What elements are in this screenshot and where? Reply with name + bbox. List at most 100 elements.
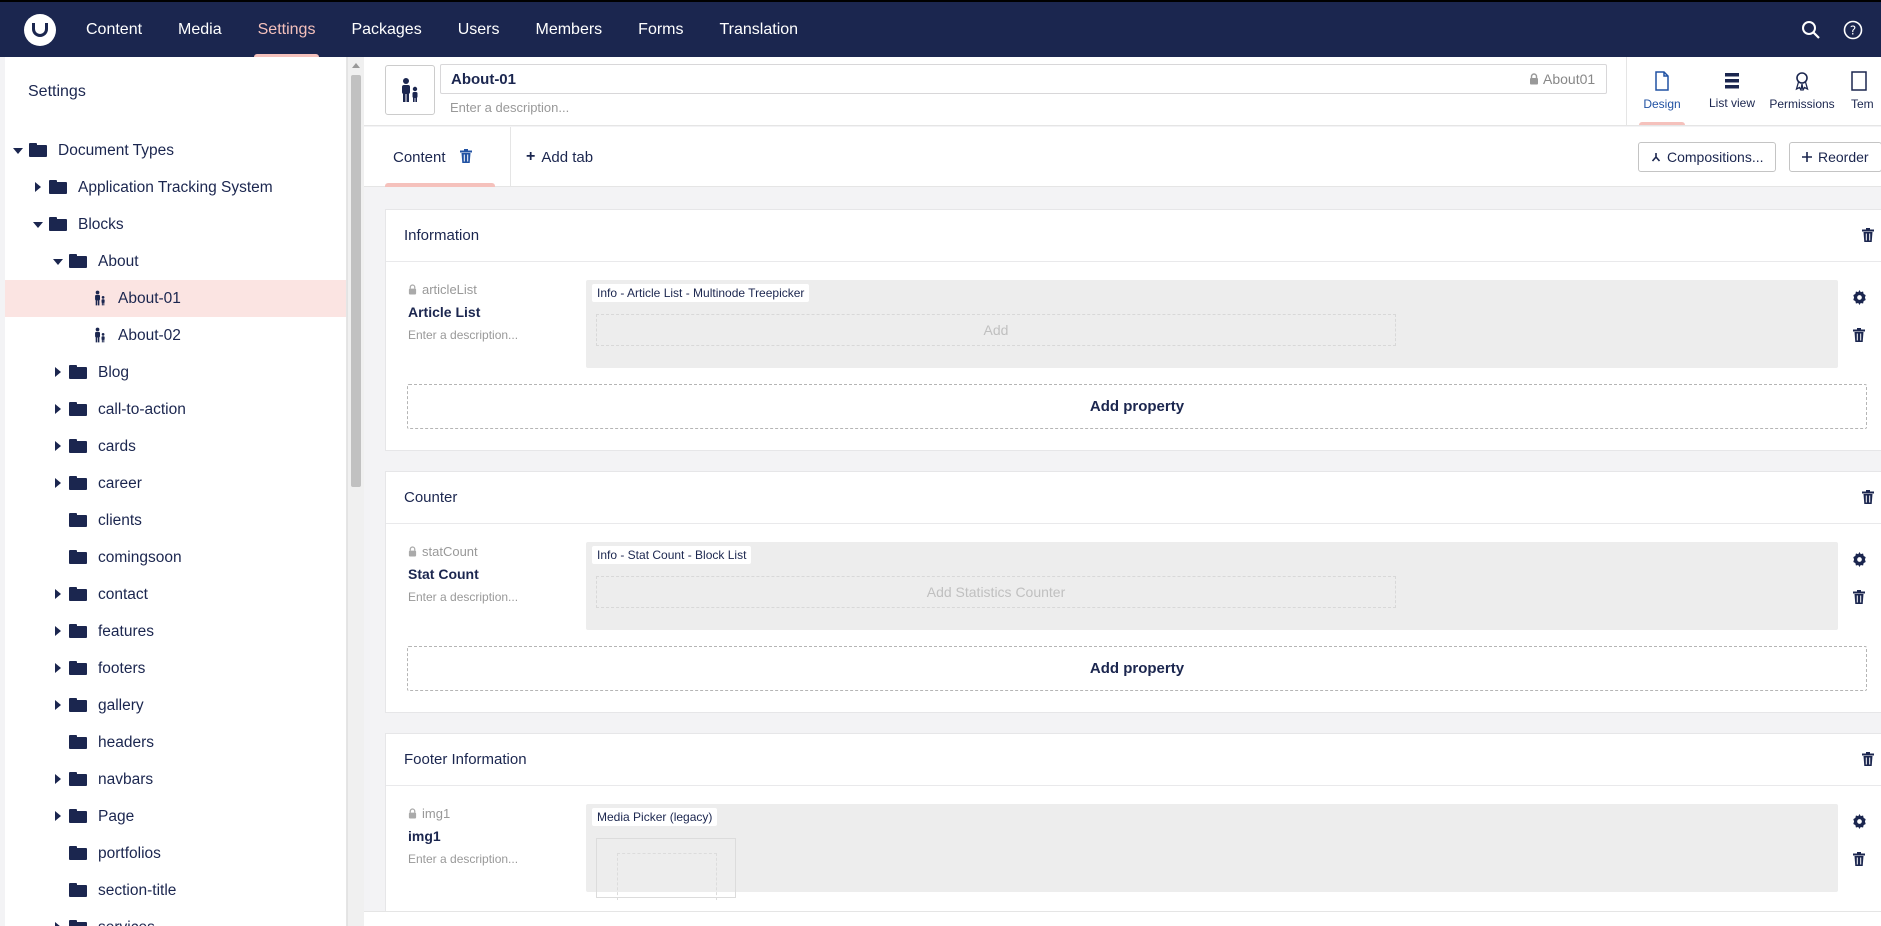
- nav-translation[interactable]: Translation: [702, 2, 817, 57]
- property-settings-gear-icon[interactable]: [1852, 552, 1867, 572]
- tree-item[interactable]: About-02: [5, 317, 346, 354]
- tree-item[interactable]: footers: [5, 650, 346, 687]
- property-description[interactable]: Enter a description...: [408, 328, 518, 342]
- nav-settings[interactable]: Settings: [240, 2, 334, 57]
- reorder-button[interactable]: Reorder: [1789, 142, 1881, 172]
- lock-icon: [408, 284, 417, 295]
- sidebar-scrollbar[interactable]: [347, 57, 364, 926]
- scrollbar-thumb[interactable]: [351, 75, 361, 487]
- add-property-button[interactable]: Add property: [407, 646, 1867, 691]
- folder-icon: [69, 809, 87, 823]
- caret-right-icon[interactable]: [55, 367, 61, 377]
- caret-down-icon[interactable]: [13, 148, 23, 154]
- compositions-button[interactable]: Compositions...: [1638, 142, 1777, 172]
- caret-right-icon[interactable]: [55, 811, 61, 821]
- group-name[interactable]: Information: [404, 227, 479, 244]
- property-description[interactable]: Enter a description...: [408, 852, 518, 866]
- tree-item[interactable]: gallery: [5, 687, 346, 724]
- caret-right-icon[interactable]: [55, 589, 61, 599]
- tree-item[interactable]: comingsoon: [5, 539, 346, 576]
- tree-item[interactable]: contact: [5, 576, 346, 613]
- property-label[interactable]: Article List: [408, 304, 480, 320]
- caret-right-icon[interactable]: [55, 922, 61, 926]
- nav-forms[interactable]: Forms: [620, 2, 701, 57]
- tree-item[interactable]: features: [5, 613, 346, 650]
- caret-right-icon[interactable]: [55, 700, 61, 710]
- tree-item[interactable]: portfolios: [5, 835, 346, 872]
- tree-item[interactable]: Blocks: [5, 206, 346, 243]
- tree-item[interactable]: navbars: [5, 761, 346, 798]
- tree-item[interactable]: cards: [5, 428, 346, 465]
- lock-icon: [1530, 73, 1538, 85]
- group-delete-trash-icon[interactable]: [1862, 228, 1874, 247]
- help-icon[interactable]: ?: [1841, 18, 1865, 42]
- property-editor-preview[interactable]: Media Picker (legacy): [586, 804, 1838, 900]
- tree-item[interactable]: Document Types: [5, 132, 346, 169]
- nav-media[interactable]: Media: [160, 2, 240, 57]
- property-description[interactable]: Enter a description...: [408, 590, 518, 604]
- tabs-bar: Content + Add tab Compositions... Reorde…: [364, 127, 1881, 187]
- caret-right-icon[interactable]: [35, 182, 41, 192]
- property-delete-trash-icon[interactable]: [1853, 328, 1865, 347]
- document-types-tree: Document Types Application Tracking Syste…: [5, 132, 346, 926]
- alias-display[interactable]: About01: [1529, 71, 1595, 87]
- tree-item[interactable]: clients: [5, 502, 346, 539]
- property-delete-trash-icon[interactable]: [1853, 852, 1865, 871]
- tree-item[interactable]: career: [5, 465, 346, 502]
- search-icon[interactable]: [1799, 18, 1823, 42]
- tree-item[interactable]: Page: [5, 798, 346, 835]
- caret-right-icon[interactable]: [55, 626, 61, 636]
- nav-packages[interactable]: Packages: [333, 2, 439, 57]
- tree-item[interactable]: About-01: [5, 280, 346, 317]
- caret-right-icon[interactable]: [55, 441, 61, 451]
- doc-type-icon-picker[interactable]: [385, 65, 435, 115]
- tree-item[interactable]: Application Tracking System: [5, 169, 346, 206]
- scroll-up-arrow-icon[interactable]: [352, 63, 360, 68]
- app-list-view[interactable]: List view: [1697, 57, 1767, 125]
- property-label[interactable]: img1: [408, 828, 441, 844]
- property-editor-preview[interactable]: Info - Stat Count - Block List Add Stati…: [586, 542, 1838, 630]
- tree-item[interactable]: Blog: [5, 354, 346, 391]
- tree-item[interactable]: section-title: [5, 872, 346, 909]
- caret-right-icon[interactable]: [55, 404, 61, 414]
- tree-item[interactable]: call-to-action: [5, 391, 346, 428]
- property-delete-trash-icon[interactable]: [1853, 590, 1865, 609]
- tree-item[interactable]: services: [5, 909, 346, 926]
- nav-members[interactable]: Members: [517, 2, 620, 57]
- app-design[interactable]: Design: [1627, 57, 1697, 125]
- caret-right-icon[interactable]: [55, 663, 61, 673]
- group-name[interactable]: Footer Information: [404, 751, 527, 768]
- app-permissions[interactable]: Permissions: [1767, 57, 1837, 125]
- folder-icon: [49, 180, 67, 194]
- caret-down-icon[interactable]: [33, 222, 43, 228]
- tree-item[interactable]: About: [5, 243, 346, 280]
- app-templates[interactable]: Tem: [1837, 57, 1877, 125]
- property-editor-preview[interactable]: Info - Article List - Multinode Treepick…: [586, 280, 1838, 368]
- document-type-name-input[interactable]: [440, 64, 1607, 94]
- tree-item-label: About-01: [118, 290, 181, 307]
- caret-right-icon[interactable]: [55, 774, 61, 784]
- nav-content[interactable]: Content: [68, 2, 160, 57]
- add-property-button[interactable]: Add property: [407, 384, 1867, 429]
- group-name[interactable]: Counter: [404, 489, 457, 506]
- group-delete-trash-icon[interactable]: [1862, 752, 1874, 771]
- tab-delete-trash-icon[interactable]: [460, 149, 472, 168]
- tab-content[interactable]: Content: [385, 127, 495, 187]
- description-input[interactable]: [450, 98, 1050, 116]
- caret-down-icon[interactable]: [53, 259, 63, 265]
- folder-icon: [69, 587, 87, 601]
- property-alias[interactable]: statCount: [408, 544, 478, 559]
- property-label[interactable]: Stat Count: [408, 566, 479, 582]
- tree-item-label: career: [98, 475, 142, 492]
- group-delete-trash-icon[interactable]: [1862, 490, 1874, 509]
- tree-item[interactable]: headers: [5, 724, 346, 761]
- nav-users[interactable]: Users: [440, 2, 518, 57]
- property-settings-gear-icon[interactable]: [1852, 814, 1867, 834]
- umbraco-logo-icon[interactable]: [24, 14, 56, 46]
- tree-item-label: cards: [98, 438, 136, 455]
- add-tab-button[interactable]: + Add tab: [526, 127, 593, 187]
- property-settings-gear-icon[interactable]: [1852, 290, 1867, 310]
- caret-right-icon[interactable]: [55, 478, 61, 488]
- property-alias[interactable]: articleList: [408, 282, 477, 297]
- property-alias[interactable]: img1: [408, 806, 450, 821]
